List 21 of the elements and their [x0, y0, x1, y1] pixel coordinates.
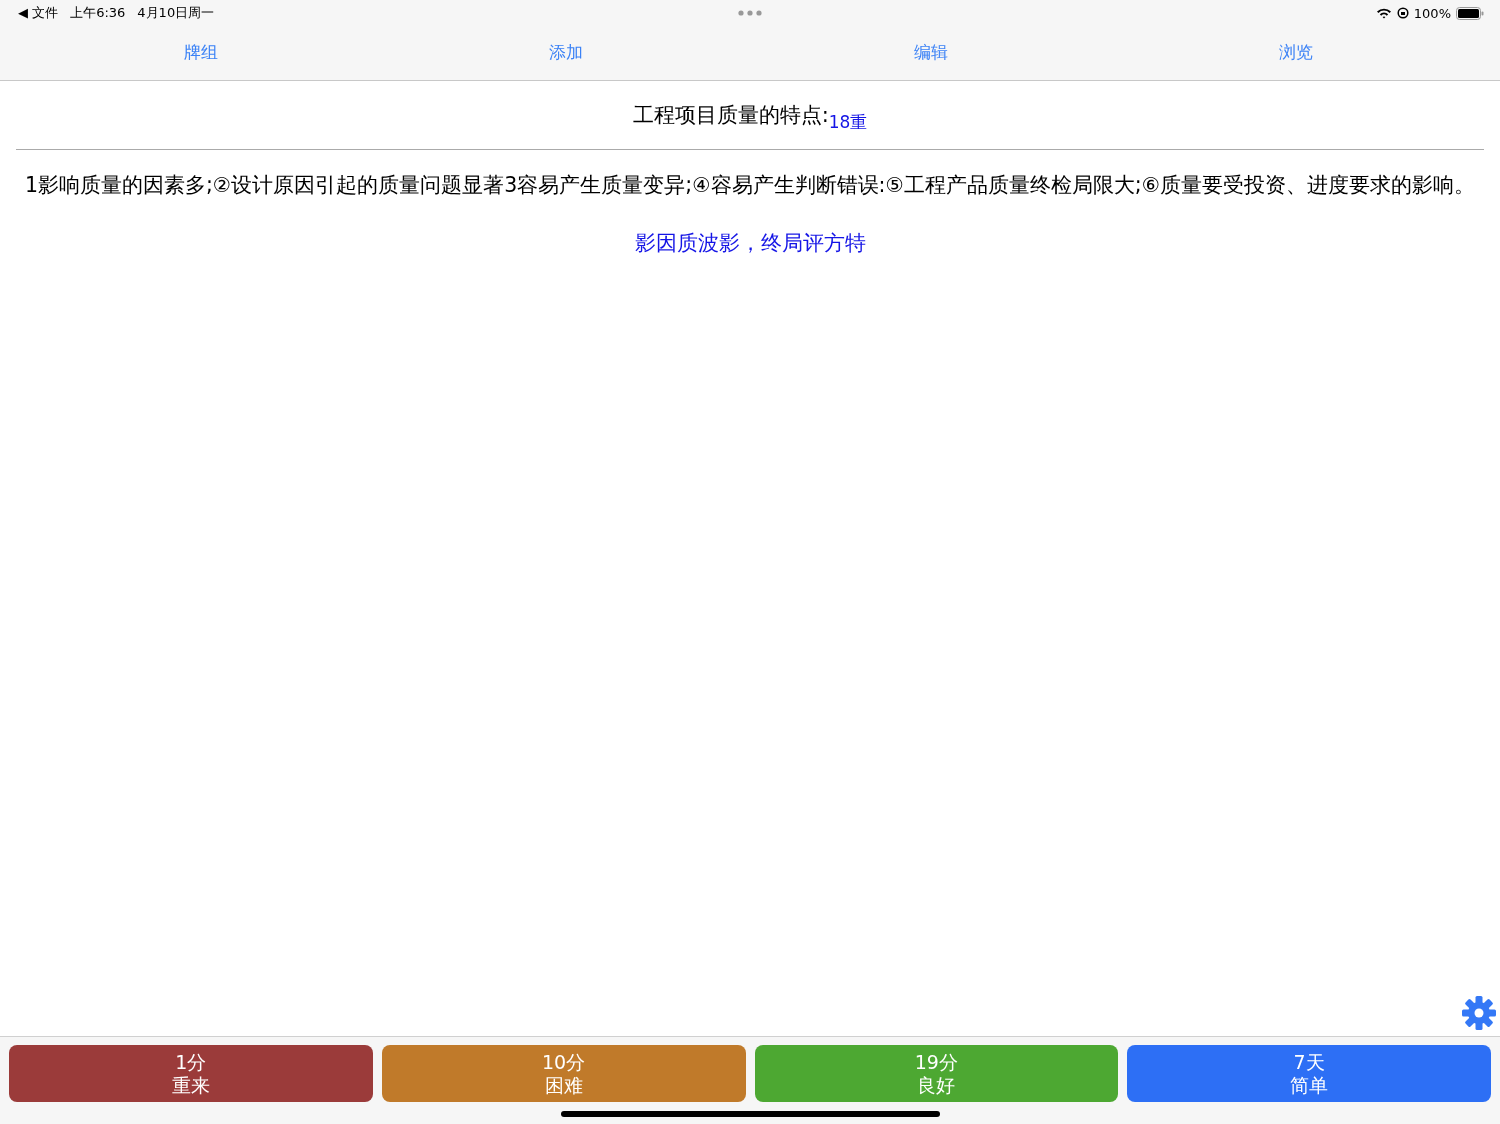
rotation-lock-icon [1396, 7, 1409, 19]
answer-button[interactable]: 7天 简单 [1127, 1045, 1491, 1102]
answer-button[interactable]: 10分 困难 [381, 1045, 746, 1102]
nav-tab[interactable]: 添加 [549, 40, 583, 64]
mnemonic-text: 影因质波影，终局评方特 [633, 230, 867, 257]
battery-percent: 100% [1413, 5, 1451, 21]
answer-button[interactable]: 19分 良好 [754, 1045, 1119, 1102]
nav-tab[interactable]: 浏览 [1279, 40, 1313, 64]
wifi-icon [1375, 7, 1392, 19]
date-text: 4月10日周一 [137, 4, 215, 22]
answer-button[interactable]: 1分 重来 [9, 1045, 373, 1102]
more-dots-icon[interactable] [738, 10, 762, 16]
card-tag: 18重 [828, 111, 868, 134]
card-answer: 1影响质量的因素多;②设计原因引起的质量问题显著3容易产生质量变异;④容易产生判断错误:⑤工程产品质量终检局限大;⑥质量要受投资、进度要求的影响。 [23, 172, 1477, 199]
nav-tab[interactable]: 牌组 [184, 40, 218, 64]
clock-time: 上午6:36 [70, 4, 126, 22]
battery-icon [1456, 6, 1484, 20]
settings-icon[interactable] [1462, 996, 1496, 1030]
card-question: 工程项目质量的特点: [632, 102, 829, 129]
back-link[interactable]: ◀ 文件 [18, 4, 59, 22]
nav-tab[interactable]: 编辑 [914, 40, 948, 64]
